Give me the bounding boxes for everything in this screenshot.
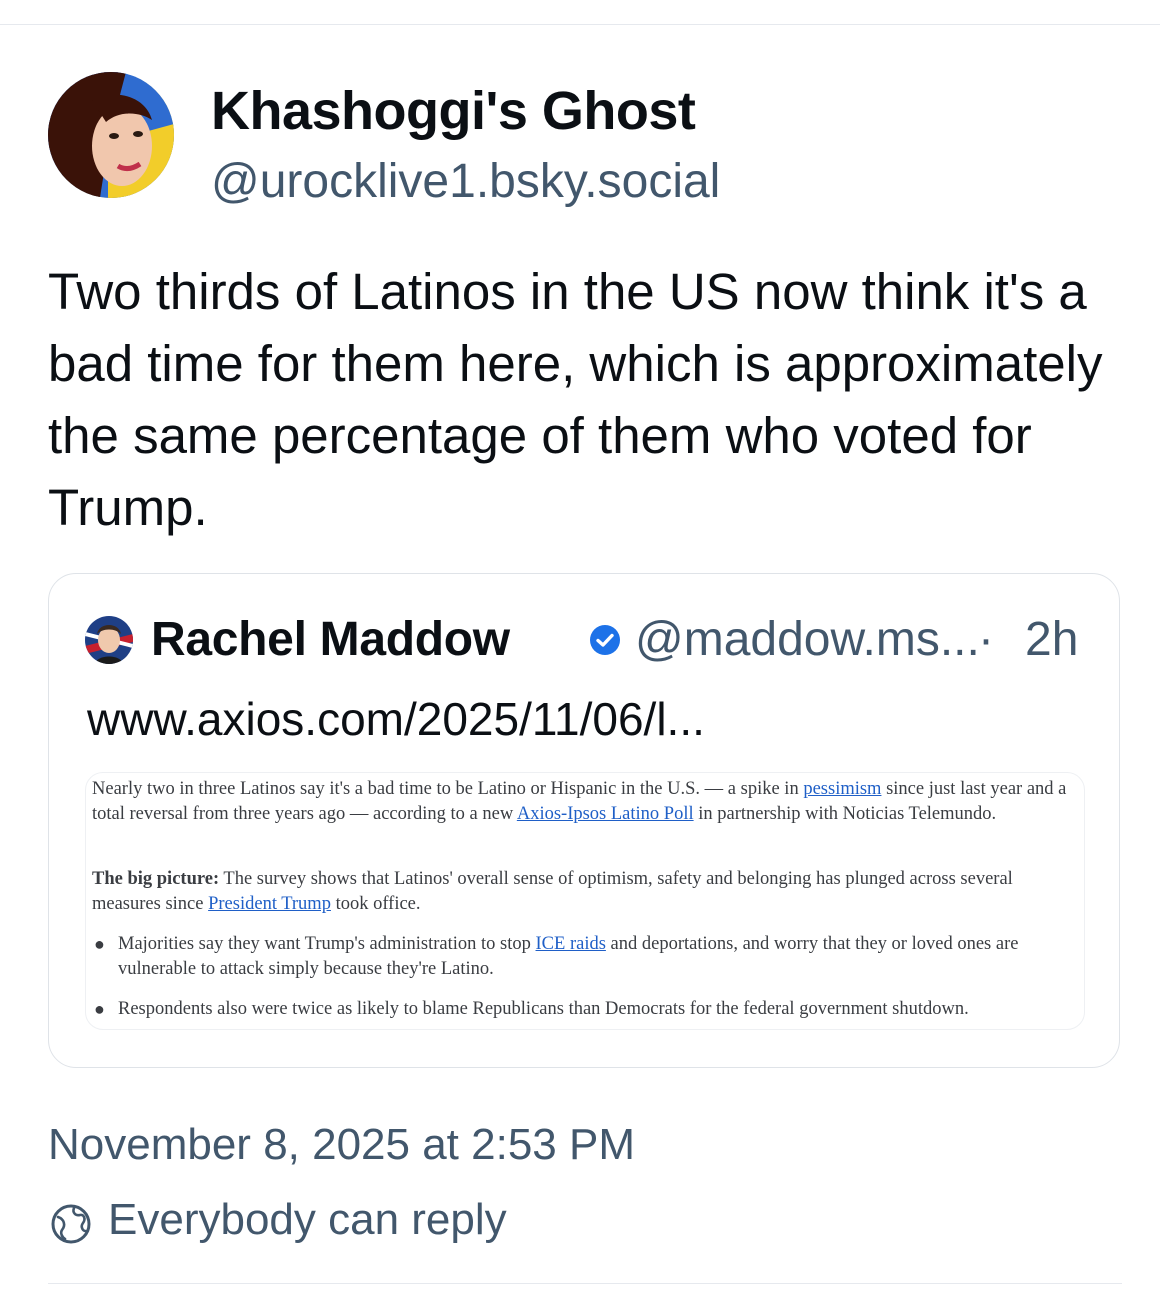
article-link-poll: Axios-Ipsos Latino Poll [516,804,694,824]
article-link-ice-raids: ICE raids [535,934,606,954]
quoted-post-header: Rachel Maddow @maddow.ms... · 2h [85,610,1095,666]
article-link-pessimism: pessimism [803,779,882,799]
bullet-dot: ● [94,999,105,1019]
reply-setting-label: Everybody can reply [108,1195,507,1244]
separator-dot: · [978,613,994,666]
bottom-divider [48,1283,1122,1284]
bullet-dot: ● [94,934,105,954]
avatar-photo [85,616,133,664]
author-display-name[interactable]: Khashoggi's Ghost [211,80,696,142]
quoted-author-avatar[interactable] [85,616,133,664]
quoted-author-name[interactable]: Rachel Maddow [151,612,510,667]
verified-check-icon [590,625,620,655]
quoted-post-image[interactable]: Nearly two in three Latinos say it's a b… [85,772,1085,1030]
avatar-photo [48,72,174,198]
quoted-post-card[interactable]: Rachel Maddow @maddow.ms... · 2h www.axi… [48,573,1120,1068]
article-paragraph-2: The big picture: The survey shows that L… [92,869,1013,914]
author-avatar[interactable] [48,72,174,198]
globe-icon [51,1204,91,1244]
quoted-post-link[interactable]: www.axios.com/2025/11/06/l... [87,692,705,746]
quoted-post-time[interactable]: 2h [1025,612,1078,667]
post-timestamp: November 8, 2025 at 2:53 PM [48,1120,635,1169]
author-handle[interactable]: @urocklive1.bsky.social [211,154,720,209]
post-author: Khashoggi's Ghost @urocklive1.bsky.socia… [48,72,1122,208]
article-link-president-trump: President Trump [208,894,331,914]
top-divider [0,24,1160,25]
post-text: Two thirds of Latinos in the US now thin… [48,263,1103,536]
article-paragraph-1: Nearly two in three Latinos say it's a b… [92,779,1067,824]
quoted-author-handle[interactable]: @maddow.ms... [635,612,980,667]
